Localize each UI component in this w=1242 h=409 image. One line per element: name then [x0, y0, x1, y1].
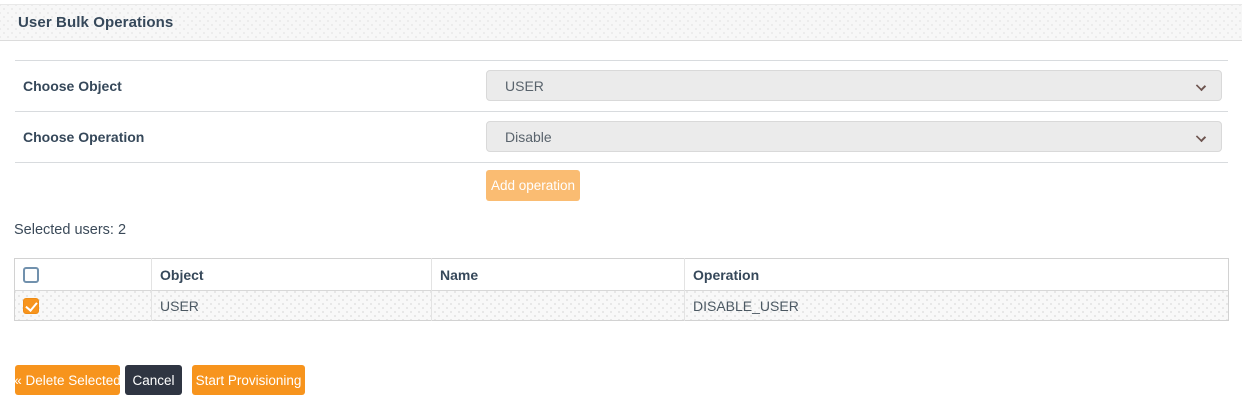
row-object-cell: USER	[152, 291, 432, 321]
cancel-button[interactable]: Cancel	[125, 365, 182, 395]
select-all-checkbox[interactable]	[23, 267, 39, 283]
object-column-header: Object	[152, 259, 432, 291]
delete-selected-button[interactable]: « Delete Selected	[15, 365, 120, 395]
chevron-down-icon	[1196, 132, 1206, 142]
separator	[15, 60, 1228, 61]
object-select[interactable]: USER	[486, 70, 1222, 101]
table-header-row: Object Name Operation	[15, 259, 1229, 291]
object-select-value: USER	[487, 78, 544, 94]
select-all-header-cell	[15, 259, 152, 291]
selected-users-summary: Selected users: 2	[14, 222, 126, 238]
row-checkbox-cell	[15, 291, 152, 321]
separator	[15, 162, 1228, 163]
operation-column-header: Operation	[685, 259, 1229, 291]
page-header: User Bulk Operations	[0, 4, 1242, 41]
row-operation-cell: DISABLE_USER	[685, 291, 1229, 321]
page-title: User Bulk Operations	[0, 14, 173, 31]
choose-operation-label: Choose Operation	[23, 121, 144, 152]
name-column-header: Name	[432, 259, 685, 291]
user-bulk-operations-page: User Bulk Operations Choose Object USER …	[0, 0, 1242, 409]
chevron-down-icon	[1196, 81, 1206, 91]
operation-select-value: Disable	[487, 129, 552, 145]
operations-table: Object Name Operation USER DISABLE_USER	[14, 258, 1229, 321]
separator	[15, 111, 1228, 112]
add-operation-button[interactable]: Add operation	[486, 170, 580, 201]
table-row: USER DISABLE_USER	[15, 291, 1229, 321]
row-name-cell	[432, 291, 685, 321]
start-provisioning-button[interactable]: Start Provisioning	[192, 365, 305, 395]
choose-object-label: Choose Object	[23, 70, 122, 101]
operation-select[interactable]: Disable	[486, 121, 1222, 152]
row-checkbox[interactable]	[23, 298, 39, 314]
